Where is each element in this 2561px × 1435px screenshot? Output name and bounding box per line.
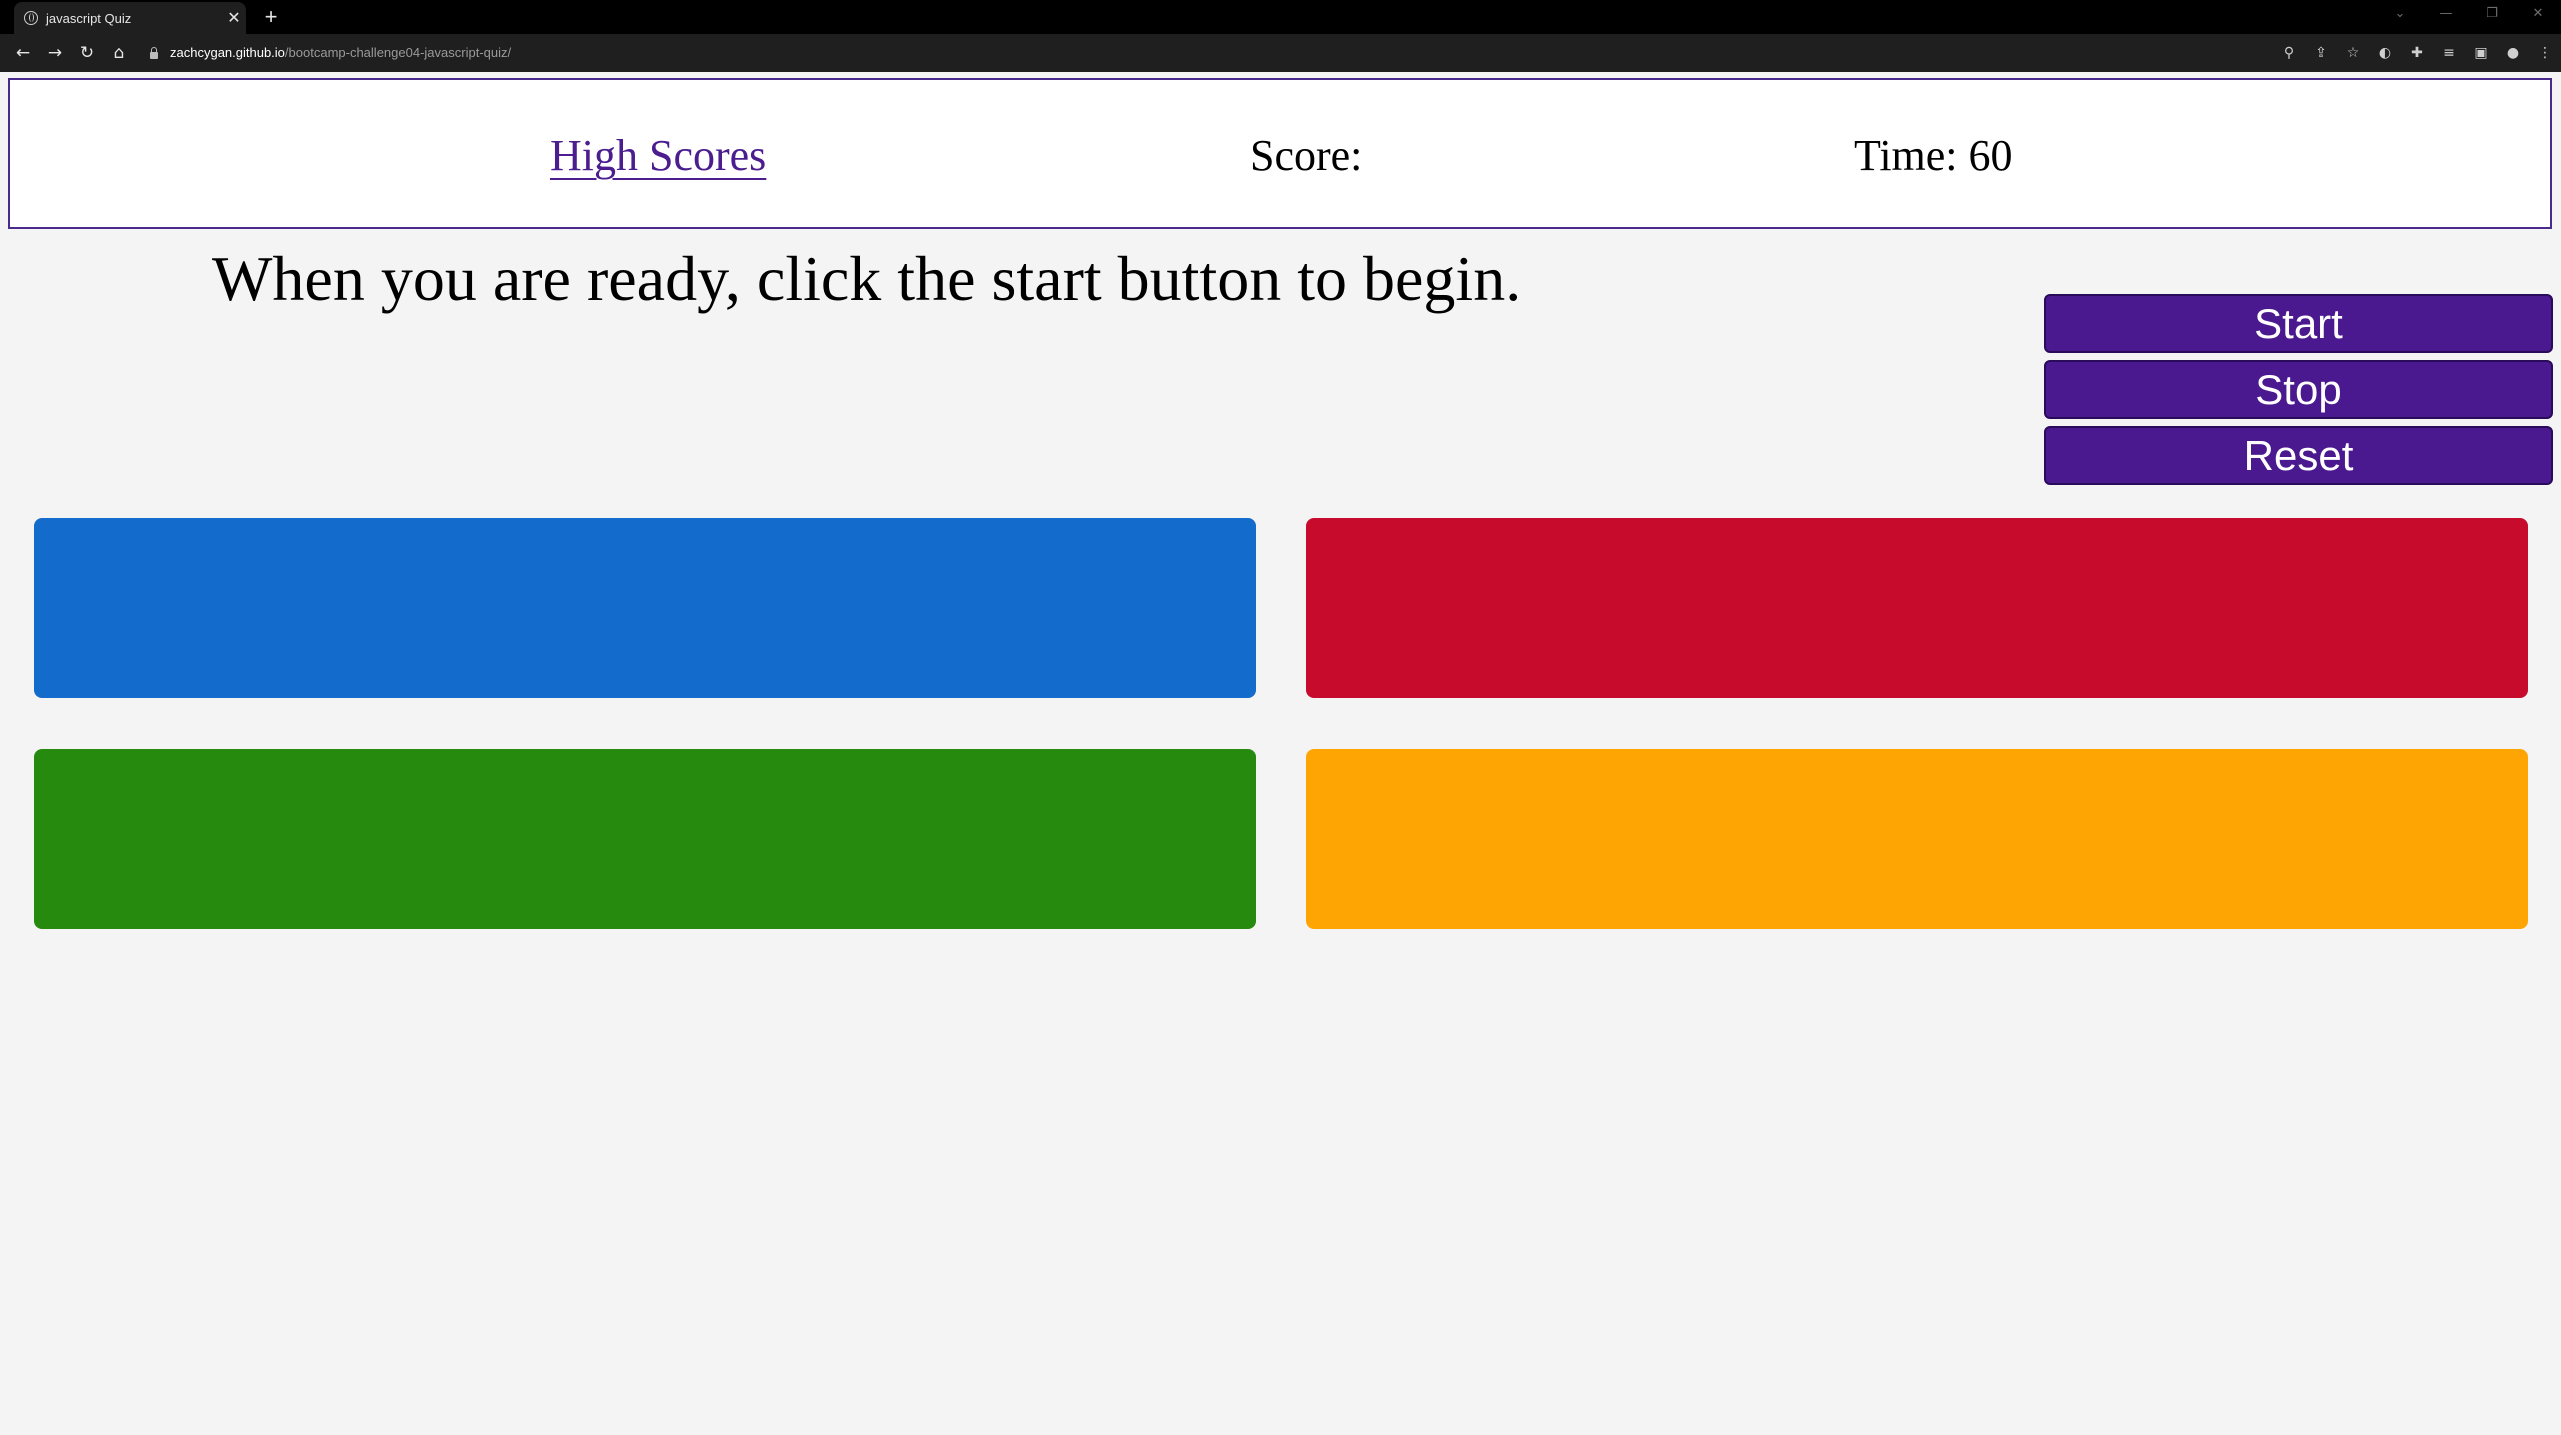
back-arrow-icon[interactable]: ← (10, 40, 36, 66)
quiz-controls: Start Stop Reset (2044, 294, 2553, 492)
reset-button[interactable]: Reset (2044, 426, 2553, 485)
address-bar[interactable]: zachcygan.github.io /bootcamp-challenge0… (150, 42, 511, 64)
time-label: Time: (1854, 131, 1958, 180)
time-value: 60 (1968, 131, 2013, 180)
answer-button-2[interactable] (1306, 518, 2528, 698)
restore-icon[interactable]: ❐ (2469, 0, 2515, 34)
reload-icon[interactable]: ↻ (74, 40, 100, 66)
close-tab-icon[interactable]: ✕ (222, 8, 246, 28)
minimize-icon[interactable]: — (2423, 0, 2469, 34)
question-text: When you are ready, click the start butt… (212, 243, 1522, 314)
tab-search-icon[interactable]: ⌄ (2377, 0, 2423, 34)
home-icon[interactable]: ⌂ (106, 40, 132, 66)
quiz-page: High Scores Score: Time: 60 When you are… (0, 72, 2561, 1435)
extension-icon[interactable]: ◐ (2369, 40, 2401, 66)
start-button[interactable]: Start (2044, 294, 2553, 353)
toolbar-icons: ⚲ ⇪ ☆ ◐ ✚ ≡ ▣ ● ⋮ (2273, 40, 2561, 66)
media-icon[interactable]: ≡ (2433, 40, 2465, 66)
answer-button-3[interactable] (34, 749, 1256, 929)
forward-arrow-icon[interactable]: → (42, 40, 68, 66)
browser-tab[interactable]: javascript Quiz ✕ (14, 2, 246, 34)
close-window-icon[interactable]: ✕ (2515, 0, 2561, 34)
star-icon[interactable]: ☆ (2337, 40, 2369, 66)
new-tab-button[interactable]: + (258, 4, 284, 30)
browser-toolbar: ← → ↻ ⌂ zachcygan.github.io /bootcamp-ch… (0, 34, 2561, 72)
globe-icon (24, 11, 38, 25)
stop-button[interactable]: Stop (2044, 360, 2553, 419)
answer-button-1[interactable] (34, 518, 1256, 698)
score-label: Score: (1250, 131, 1363, 180)
answer-button-4[interactable] (1306, 749, 2528, 929)
menu-icon[interactable]: ⋮ (2529, 40, 2561, 66)
quiz-header: High Scores Score: Time: 60 (8, 78, 2552, 229)
zoom-icon[interactable]: ⚲ (2273, 40, 2305, 66)
url-path: /bootcamp-challenge04-javascript-quiz/ (284, 45, 512, 60)
profile-icon[interactable]: ● (2497, 40, 2529, 66)
window-controls: ⌄ — ❐ ✕ (2377, 0, 2561, 34)
high-scores-link[interactable]: High Scores (550, 130, 766, 181)
share-icon[interactable]: ⇪ (2305, 40, 2337, 66)
puzzle-icon[interactable]: ✚ (2401, 40, 2433, 66)
url-host: zachcygan.github.io (170, 45, 285, 60)
sidepanel-icon[interactable]: ▣ (2465, 40, 2497, 66)
timer: Time: 60 (1854, 130, 2013, 181)
lock-icon (150, 46, 158, 59)
tab-title: javascript Quiz (46, 10, 132, 26)
browser-tab-strip: javascript Quiz ✕ + ⌄ — ❐ ✕ (0, 0, 2561, 34)
